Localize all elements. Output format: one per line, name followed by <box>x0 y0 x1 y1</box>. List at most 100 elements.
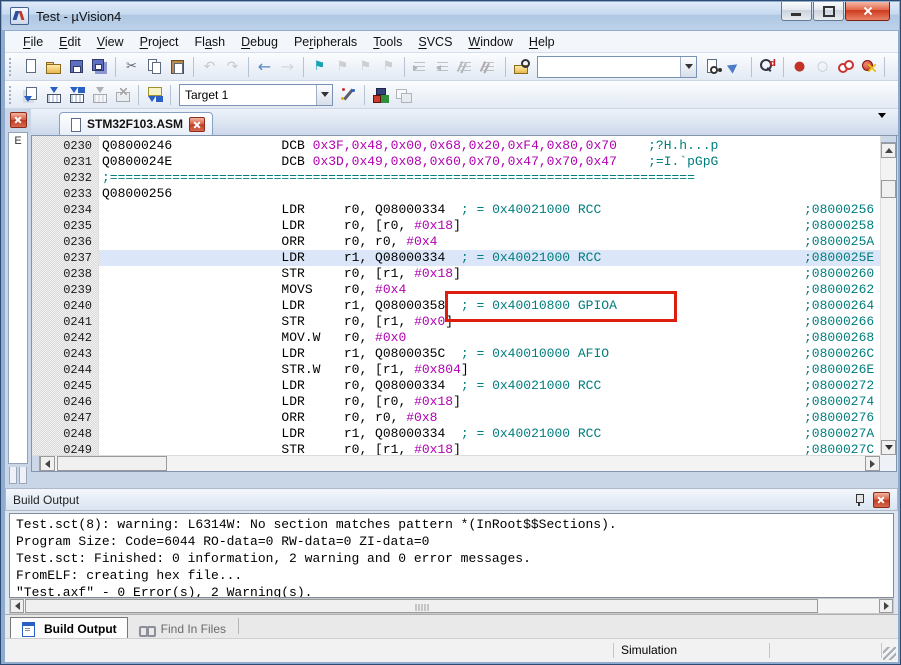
menu-window[interactable]: Window <box>460 33 520 51</box>
download-flash-icon[interactable] <box>144 84 165 106</box>
uncomment-icon[interactable] <box>479 56 500 78</box>
paste-icon[interactable] <box>167 56 188 78</box>
scroll-left-button[interactable] <box>40 456 55 471</box>
bookmark-next-icon[interactable]: ⚑ <box>355 56 376 78</box>
close-button[interactable] <box>845 2 890 21</box>
code-line[interactable]: 0237 LDR r1, Q08000334 ; = 0x40021000 RC… <box>32 250 880 266</box>
open-file-icon[interactable] <box>43 56 64 78</box>
editor-horizontal-scrollbar[interactable] <box>32 455 880 471</box>
cut-icon[interactable]: ✂ <box>121 56 142 78</box>
enable-disable-breakpoint-icon[interactable]: ○ <box>812 56 833 78</box>
manage-books-icon[interactable] <box>393 84 414 106</box>
find-icon[interactable] <box>702 56 723 78</box>
pane-tab-stub[interactable] <box>19 467 27 484</box>
pane-tab-stub[interactable] <box>9 467 17 484</box>
close-output-button[interactable] <box>873 492 890 508</box>
insert-breakpoint-icon[interactable]: ● <box>789 56 810 78</box>
editor-vertical-scrollbar[interactable] <box>880 136 896 455</box>
code-line[interactable]: 0242 MOV.W r0, #0x0;08000268 <box>32 330 880 346</box>
menu-view[interactable]: View <box>89 33 132 51</box>
resize-grip[interactable] <box>883 647 896 660</box>
menu-tools[interactable]: Tools <box>365 33 410 51</box>
new-file-icon[interactable] <box>20 56 41 78</box>
code-line[interactable]: 0233Q08000256 <box>32 186 880 202</box>
dropdown-button[interactable] <box>680 57 696 77</box>
save-icon[interactable] <box>66 56 87 78</box>
translate-file-icon[interactable] <box>20 84 41 106</box>
undo-icon[interactable]: ↶ <box>199 56 220 78</box>
split-handle[interactable] <box>32 456 40 471</box>
collapsed-project-pane[interactable]: E <box>8 132 28 464</box>
copy-icon[interactable] <box>144 56 165 78</box>
scroll-right-button[interactable] <box>879 599 893 613</box>
split-handle[interactable] <box>881 136 896 143</box>
scroll-down-button[interactable] <box>881 440 896 455</box>
indent-icon[interactable] <box>410 56 431 78</box>
code-view[interactable]: 0230Q08000246 DCB 0x3F,0x48,0x00,0x68,0x… <box>32 136 880 455</box>
scroll-up-button[interactable] <box>881 143 896 158</box>
disable-all-breakpoints-icon[interactable] <box>835 56 856 78</box>
options-for-target-icon[interactable] <box>338 84 359 106</box>
code-line[interactable]: 0235 LDR r0, [r0, #0x18];08000258 <box>32 218 880 234</box>
find-input[interactable] <box>538 58 680 76</box>
output-scroll-thumb[interactable] <box>25 599 818 613</box>
menu-project[interactable]: Project <box>132 33 187 51</box>
menu-file[interactable]: File <box>15 33 51 51</box>
close-project-pane-button[interactable] <box>10 112 27 128</box>
outdent-icon[interactable] <box>433 56 454 78</box>
minimize-button[interactable] <box>781 2 812 21</box>
toolbar-grip[interactable] <box>9 58 14 76</box>
code-line[interactable]: 0244 STR.W r0, [r1, #0x804];0800026E <box>32 362 880 378</box>
scroll-right-button[interactable] <box>865 456 880 471</box>
kill-all-breakpoints-icon[interactable] <box>858 56 879 78</box>
bookmark-toggle-icon[interactable]: ⚑ <box>309 56 330 78</box>
navigate-forward-icon[interactable]: → <box>277 56 298 78</box>
build-target-icon[interactable] <box>43 84 64 106</box>
restore-button[interactable] <box>813 2 844 21</box>
navigate-back-icon[interactable]: ← <box>254 56 275 78</box>
menu-svcs[interactable]: SVCS <box>410 33 460 51</box>
find-in-files-icon[interactable] <box>511 56 532 78</box>
vertical-scroll-thumb[interactable] <box>881 180 896 198</box>
code-line[interactable]: 0248 LDR r1, Q08000334 ; = 0x40021000 RC… <box>32 426 880 442</box>
bookmark-clear-icon[interactable]: ⚑ <box>378 56 399 78</box>
menu-edit[interactable]: Edit <box>51 33 89 51</box>
horizontal-scroll-thumb[interactable] <box>57 456 167 471</box>
code-line[interactable]: 0236 ORR r0, r0, #0x4;0800025A <box>32 234 880 250</box>
code-line[interactable]: 0238 STR r0, [r1, #0x18];08000260 <box>32 266 880 282</box>
rebuild-all-icon[interactable] <box>66 84 87 106</box>
scroll-left-button[interactable] <box>10 599 24 613</box>
pin-icon[interactable] <box>854 493 865 506</box>
incremental-find-icon[interactable] <box>725 56 746 78</box>
dropdown-button[interactable] <box>316 85 332 105</box>
code-line[interactable]: 0245 LDR r0, Q08000334 ; = 0x40021000 RC… <box>32 378 880 394</box>
output-horizontal-scrollbar[interactable] <box>9 598 894 614</box>
code-line[interactable]: 0249 STR r0, [r1, #0x18];0800027C <box>32 442 880 455</box>
manage-project-items-icon[interactable] <box>370 84 391 106</box>
lookup-magnifier-icon[interactable]: d <box>757 56 778 78</box>
tab-stm32f103-asm[interactable]: STM32F103.ASM <box>59 112 213 135</box>
code-line[interactable]: 0234 LDR r0, Q08000334 ; = 0x40021000 RC… <box>32 202 880 218</box>
code-line[interactable]: 0246 LDR r0, [r0, #0x18];08000274 <box>32 394 880 410</box>
batch-build-icon[interactable] <box>89 84 110 106</box>
target-select[interactable]: Target 1 <box>179 84 333 106</box>
tab-list-dropdown-button[interactable] <box>878 118 886 136</box>
menu-debug[interactable]: Debug <box>233 33 286 51</box>
bookmark-prev-icon[interactable]: ⚑ <box>332 56 353 78</box>
menu-help[interactable]: Help <box>521 33 563 51</box>
code-line[interactable]: 0247 ORR r0, r0, #0x8;08000276 <box>32 410 880 426</box>
stop-build-icon[interactable] <box>112 84 133 106</box>
comment-icon[interactable] <box>456 56 477 78</box>
build-output-log[interactable]: Test.sct(8): warning: L6314W: No section… <box>9 513 894 598</box>
save-all-icon[interactable] <box>89 56 110 78</box>
find-combobox[interactable] <box>537 56 697 78</box>
redo-icon[interactable]: ↷ <box>222 56 243 78</box>
menu-peripherals[interactable]: Peripherals <box>286 33 365 51</box>
code-line[interactable]: 0232;===================================… <box>32 170 880 186</box>
tab-close-button[interactable] <box>189 117 205 132</box>
tab-build-output[interactable]: Build Output <box>10 617 128 639</box>
toolbar-grip[interactable] <box>9 86 14 104</box>
code-line[interactable]: 0230Q08000246 DCB 0x3F,0x48,0x00,0x68,0x… <box>32 138 880 154</box>
menu-flash[interactable]: Flash <box>187 33 234 51</box>
code-line[interactable]: 0243 LDR r1, Q0800035C ; = 0x40010000 AF… <box>32 346 880 362</box>
